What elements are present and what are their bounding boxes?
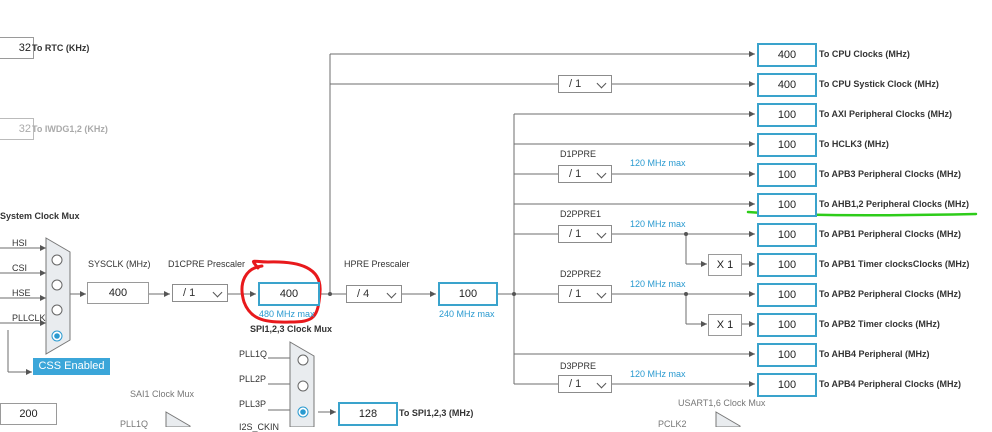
apb4-clock-value[interactable]: 100 [757, 373, 817, 397]
hpre-select[interactable]: / 4 [346, 285, 402, 303]
chevron-down-icon [596, 168, 607, 179]
d1ppre-select[interactable]: / 1 [558, 165, 612, 183]
ahb4-clock-label: To AHB4 Peripheral (MHz) [819, 349, 930, 359]
mux-input-pllclk: PLLCLK [12, 313, 46, 323]
d2ppre1-label: D2PPRE1 [560, 209, 602, 219]
axi-clock-value[interactable]: 100 [757, 103, 817, 127]
chevron-down-icon [596, 78, 607, 89]
d3ppre-max: 120 MHz max [630, 369, 686, 379]
spi-input-pll2p: PLL2P [239, 374, 267, 384]
chevron-down-icon [212, 287, 223, 298]
chevron-down-icon [596, 378, 607, 389]
chevron-down-icon [596, 228, 607, 239]
apb2-timer-value[interactable]: 100 [757, 313, 817, 337]
cpu-systick-label: To CPU Systick Clock (MHz) [819, 79, 939, 89]
ahb4-clock-value[interactable]: 100 [757, 343, 817, 367]
d2ppre2-value: / 1 [569, 288, 582, 300]
ahb12-clock-label: To AHB1,2 Peripheral Clocks (MHz) [819, 199, 970, 209]
system-clock-mux-label: System Clock Mux [0, 211, 80, 221]
apb2-clock-value[interactable]: 100 [757, 283, 817, 307]
apb1-timer-label: To APB1 Timer clocksClocks (MHz) [819, 259, 970, 269]
ahb12-clock-value[interactable]: 100 [757, 193, 817, 217]
d1ppre-max: 120 MHz max [630, 158, 686, 168]
d3ppre-value: / 1 [569, 378, 582, 390]
apb1-timer-multiplier: X 1 [708, 254, 742, 276]
systick-divider-value: / 1 [569, 78, 582, 90]
apb1-clock-value[interactable]: 100 [757, 223, 817, 247]
hclk-max: 240 MHz max [439, 309, 495, 319]
spi-out-label: To SPI1,2,3 (MHz) [399, 408, 474, 418]
sysclk-label: SYSCLK (MHz) [88, 259, 151, 269]
d1ppre-value: / 1 [569, 168, 582, 180]
hclk-value[interactable]: 100 [438, 282, 498, 306]
mux-input-hse: HSE [12, 288, 31, 298]
cpu-systick-value[interactable]: 400 [757, 73, 817, 97]
core-clock-max: 480 MHz max [259, 309, 315, 319]
axi-clock-label: To AXI Peripheral Clocks (MHz) [819, 109, 953, 119]
d3ppre-select[interactable]: / 1 [558, 375, 612, 393]
spi-input-i2s-ckin: I2S_CKIN [239, 422, 280, 432]
mux-input-hsi: HSI [12, 238, 28, 248]
apb3-clock-label: To APB3 Peripheral Clocks (MHz) [819, 169, 962, 179]
d2ppre1-max: 120 MHz max [630, 219, 686, 229]
d1cpre-value: / 1 [183, 287, 196, 299]
hclk3-value[interactable]: 100 [757, 133, 817, 157]
sai1-mux-label: SAI1 Clock Mux [130, 389, 195, 399]
apb2-clock-label: To APB2 Peripheral Clocks (MHz) [819, 289, 962, 299]
spi-input-pll1q: PLL1Q [239, 349, 268, 359]
d2ppre1-value: / 1 [569, 228, 582, 240]
d3ppre-label: D3PPRE [560, 361, 597, 371]
spi-mux-label: SPI1,2,3 Clock Mux [250, 324, 333, 334]
usart-mux-label: USART1,6 Clock Mux [678, 398, 766, 408]
apb2-timer-multiplier: X 1 [708, 314, 742, 336]
apb2-timer-label: To APB2 Timer clocks (MHz) [819, 319, 940, 329]
chevron-down-icon [386, 288, 397, 299]
iwdg-label: To IWDG1,2 (KHz) [32, 124, 108, 134]
apb4-clock-label: To APB4 Peripheral Clocks (MHz) [819, 379, 962, 389]
apb3-clock-value[interactable]: 100 [757, 163, 817, 187]
cpu-clock-label: To CPU Clocks (MHz) [819, 49, 910, 59]
bottom-left-value: 200 [0, 403, 57, 425]
spi-input-pll3p: PLL3P [239, 399, 267, 409]
hpre-label: HPRE Prescaler [344, 259, 410, 269]
core-clock-value[interactable]: 400 [258, 282, 320, 306]
d1cpre-select[interactable]: / 1 [172, 284, 228, 302]
css-enabled-button[interactable]: CSS Enabled [33, 358, 110, 375]
d2ppre1-select[interactable]: / 1 [558, 225, 612, 243]
clock-tree-wires [0, 47, 978, 427]
systick-divider-select[interactable]: / 1 [558, 75, 612, 93]
sysclk-value: 400 [87, 282, 149, 304]
iwdg-value: 32 [0, 118, 34, 140]
apb1-timer-value[interactable]: 100 [757, 253, 817, 277]
d2ppre2-max: 120 MHz max [630, 279, 686, 289]
chevron-down-icon [596, 288, 607, 299]
apb1-clock-label: To APB1 Peripheral Clocks (MHz) [819, 229, 962, 239]
hclk3-label: To HCLK3 (MHz) [819, 139, 889, 149]
cpu-clock-value[interactable]: 400 [757, 43, 817, 67]
rtc-value: 32 [0, 37, 34, 59]
mux-input-csi: CSI [12, 263, 28, 273]
sai1-input-pll1q: PLL1Q [120, 419, 149, 429]
usart-input-pclk2: PCLK2 [658, 419, 687, 429]
d1cpre-label: D1CPRE Prescaler [168, 259, 246, 269]
d2ppre2-label: D2PPRE2 [560, 269, 602, 279]
d1ppre-label: D1PPRE [560, 149, 597, 159]
hpre-value: / 4 [357, 288, 370, 300]
spi-clock-value[interactable]: 128 [338, 402, 398, 426]
d2ppre2-select[interactable]: / 1 [558, 285, 612, 303]
rtc-label: To RTC (KHz) [32, 43, 90, 53]
